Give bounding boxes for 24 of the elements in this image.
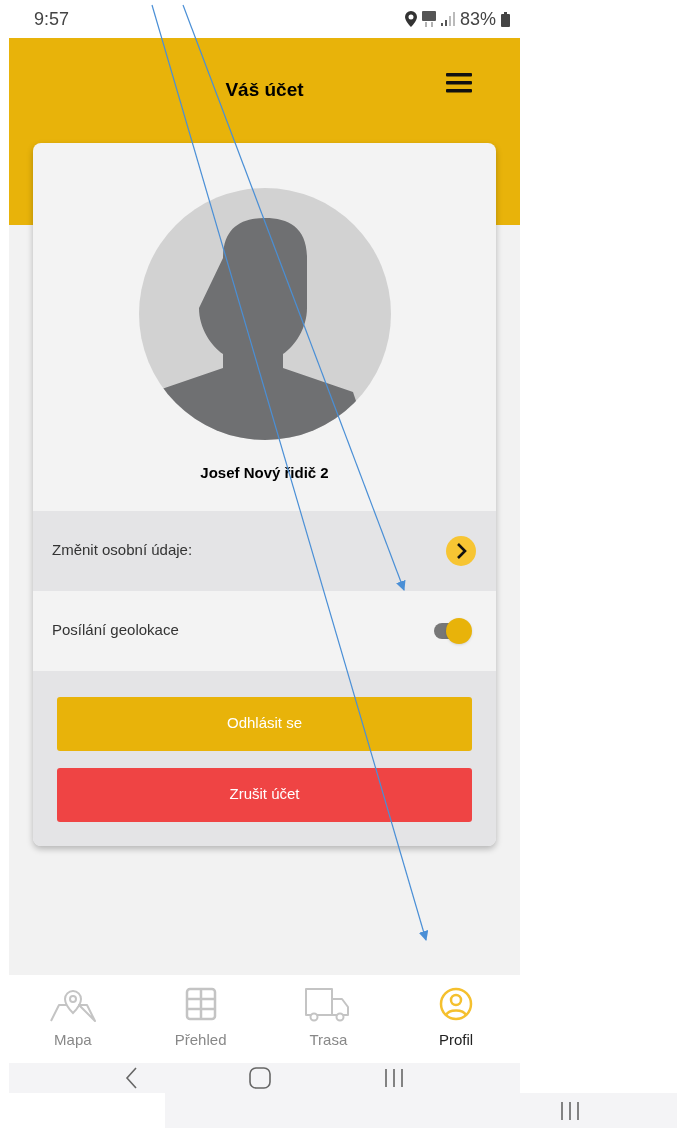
battery-percent: 83% (459, 7, 496, 31)
settings-row[interactable]: Změnit osobní údaje: (33, 510, 496, 591)
page-title: Váš účet (225, 78, 304, 103)
avatar-silhouette-icon (138, 188, 391, 440)
logout-button[interactable]: Odhlásit se (57, 696, 472, 751)
recent-apps-icon[interactable] (383, 1068, 404, 1088)
location-icon (404, 11, 417, 27)
recent-apps-icon[interactable] (560, 1100, 580, 1121)
nav-tab[interactable]: Trasa (309, 1029, 348, 1052)
setting-label: Změnit osobní údaje: (52, 540, 193, 561)
nav-tab[interactable]: Přehled (174, 1029, 227, 1052)
nav-tab[interactable]: Profil (439, 1029, 474, 1052)
status-time: 9:57 (34, 7, 70, 31)
signal-icon (440, 12, 455, 26)
chevron-right-icon[interactable] (446, 535, 476, 566)
battery-icon (501, 11, 510, 27)
toggle-switch[interactable] (432, 617, 472, 644)
menu-icon[interactable] (446, 73, 472, 93)
back-icon[interactable] (125, 1067, 138, 1089)
home-icon[interactable] (249, 1067, 272, 1089)
profile-name: Josef Nový řidič 2 (200, 463, 329, 483)
nav-tab[interactable]: Mapa (54, 1029, 92, 1052)
setting-label: Posílání geolokace (52, 620, 179, 641)
delete-account-button[interactable]: Zrušit účet (57, 767, 472, 822)
